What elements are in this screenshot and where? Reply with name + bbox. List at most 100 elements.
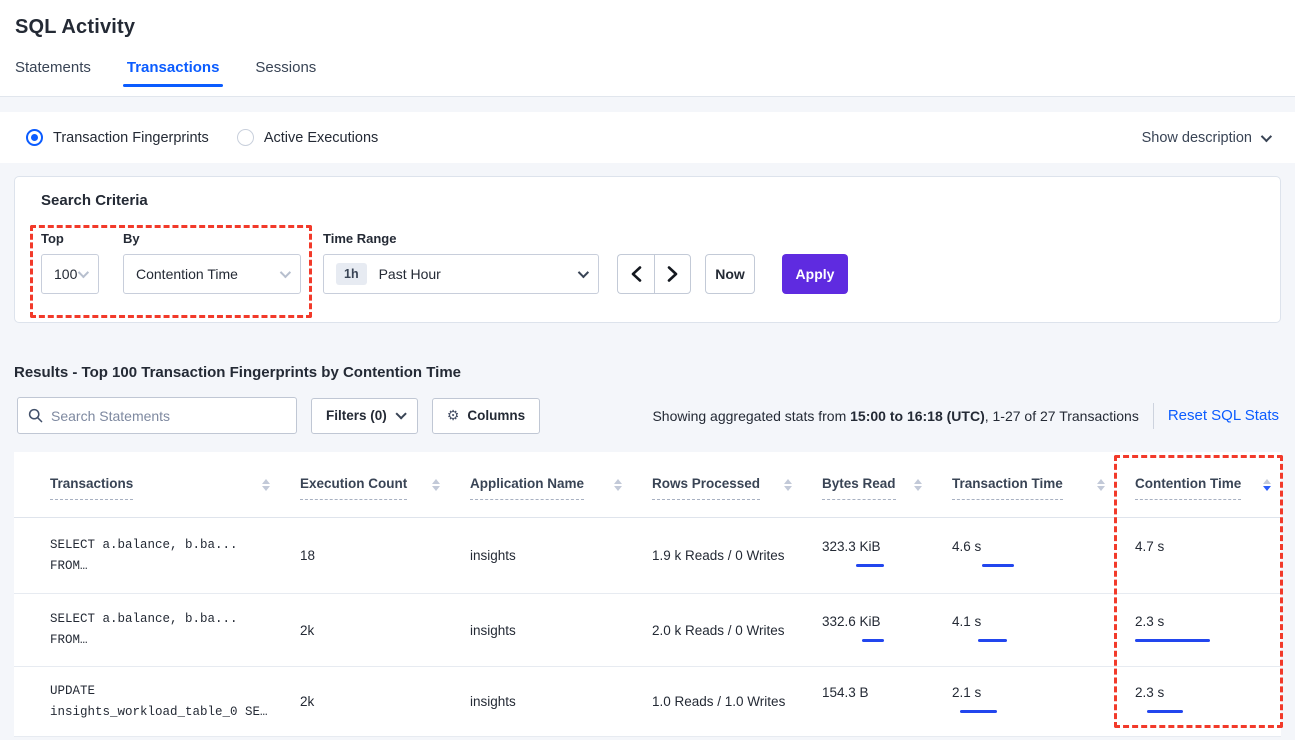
execution-count-cell: 2k <box>300 623 470 638</box>
radio-label: Transaction Fingerprints <box>53 130 209 146</box>
tab-bar: Statements Transactions Sessions <box>0 59 1295 86</box>
column-header-application-name[interactable]: Application Name <box>470 476 652 493</box>
show-description-label: Show description <box>1142 130 1252 146</box>
column-header-contention-time[interactable]: Contention Time <box>1135 476 1281 493</box>
transaction-time-bar <box>952 634 1034 647</box>
table-row: SELECT a.balance, b.ba... FROM… 2k insig… <box>14 594 1281 667</box>
rows-processed-cell: 2.0 k Reads / 0 Writes <box>652 623 822 638</box>
search-icon <box>28 408 43 423</box>
column-header-rows-processed[interactable]: Rows Processed <box>652 476 822 493</box>
transaction-time-cell: 2.1 s <box>952 685 1135 718</box>
time-range-next-button[interactable] <box>654 254 691 294</box>
transactions-table: Transactions Execution Count Application… <box>14 452 1281 737</box>
reset-sql-stats-link[interactable]: Reset SQL Stats <box>1168 407 1279 424</box>
transaction-time-cell: 4.6 s <box>952 539 1135 572</box>
sort-icon <box>614 479 622 491</box>
by-value: Contention Time <box>136 266 238 282</box>
table-row: UPDATE insights_workload_table_0 SE… 2k … <box>14 667 1281 737</box>
bytes-read-bar <box>822 634 904 647</box>
contention-time-bar <box>1135 634 1217 647</box>
column-header-transaction-time[interactable]: Transaction Time <box>952 476 1135 493</box>
radio-unselected-icon <box>237 129 254 146</box>
search-criteria-card: Search Criteria Top 100 By Contention Ti… <box>14 176 1281 323</box>
bytes-read-cell: 323.3 KiB <box>822 539 952 572</box>
column-header-transactions[interactable]: Transactions <box>14 476 300 493</box>
contention-time-cell: 2.3 s <box>1135 614 1281 647</box>
radio-selected-icon <box>26 129 43 146</box>
top-select[interactable]: 100 <box>41 254 99 294</box>
application-name-cell: insights <box>470 623 652 638</box>
chevron-down-icon <box>1261 130 1272 141</box>
application-name-cell: insights <box>470 548 652 563</box>
chevron-down-icon <box>78 267 89 278</box>
tab-transactions[interactable]: Transactions <box>127 59 220 86</box>
sql-activity-page: SQL Activity Statements Transactions Ses… <box>0 0 1295 740</box>
transaction-time-cell: 4.1 s <box>952 614 1135 647</box>
table-row: SELECT a.balance, b.ba... FROM… 18 insig… <box>14 518 1281 594</box>
execution-count-cell: 2k <box>300 694 470 709</box>
chevron-down-icon <box>280 267 291 278</box>
time-range-field-group: Time Range 1h Past Hour <box>323 231 599 294</box>
page-title: SQL Activity <box>0 0 1295 39</box>
columns-button[interactable]: ⚙ Columns <box>432 398 540 434</box>
top-label: Top <box>41 231 99 246</box>
execution-count-bar <box>376 549 454 562</box>
chevron-down-icon <box>578 267 589 278</box>
table-header-row: Transactions Execution Count Application… <box>14 452 1281 518</box>
by-select[interactable]: Contention Time <box>123 254 301 294</box>
column-header-bytes-read[interactable]: Bytes Read <box>822 476 952 493</box>
divider <box>1153 403 1154 429</box>
results-toolbar: Filters (0) ⚙ Columns Showing aggregated… <box>17 397 1279 434</box>
radio-label: Active Executions <box>264 130 378 146</box>
columns-label: Columns <box>467 408 525 423</box>
sort-icon <box>784 479 792 491</box>
chevron-left-icon <box>631 266 642 282</box>
time-range-value: Past Hour <box>379 266 441 282</box>
execution-count-cell: 18 <box>300 548 470 563</box>
time-range-arrows <box>617 254 691 294</box>
transaction-fingerprint-link[interactable]: SELECT a.balance, b.ba... FROM… <box>14 535 300 577</box>
contention-time-cell: 2.3 s <box>1135 685 1281 718</box>
tab-statements[interactable]: Statements <box>15 59 91 86</box>
sort-icon <box>914 479 922 491</box>
transaction-fingerprint-link[interactable]: UPDATE insights_workload_table_0 SE… <box>14 681 300 723</box>
time-range-prev-button[interactable] <box>617 254 654 294</box>
search-criteria-controls: Top 100 By Contention Time Time Range 1h <box>41 231 1254 294</box>
column-header-execution-count[interactable]: Execution Count <box>300 476 470 493</box>
top-value: 100 <box>54 266 77 282</box>
stats-group: Showing aggregated stats from 15:00 to 1… <box>652 403 1279 429</box>
execution-count-bar <box>376 695 454 708</box>
by-field-group: By Contention Time <box>123 231 301 294</box>
transaction-time-bar <box>952 705 1034 718</box>
stats-time-range: 15:00 to 16:18 (UTC) <box>850 408 985 424</box>
radio-transaction-fingerprints[interactable]: Transaction Fingerprints <box>26 129 209 146</box>
search-statements-input[interactable] <box>51 408 286 424</box>
contention-time-bar <box>1135 705 1217 718</box>
bytes-read-cell: 332.6 KiB <box>822 614 952 647</box>
contention-time-bar <box>1135 559 1217 572</box>
apply-button[interactable]: Apply <box>782 254 848 294</box>
tab-sessions[interactable]: Sessions <box>255 59 316 86</box>
page-header: SQL Activity Statements Transactions Ses… <box>0 0 1295 97</box>
sort-icon <box>262 479 270 491</box>
search-statements-box <box>17 397 297 434</box>
time-range-select[interactable]: 1h Past Hour <box>323 254 599 294</box>
filters-label: Filters (0) <box>326 408 387 423</box>
sort-icon <box>1097 479 1105 491</box>
bytes-read-cell: 154.3 B <box>822 685 952 718</box>
rows-processed-cell: 1.0 Reads / 1.0 Writes <box>652 694 822 709</box>
filters-button[interactable]: Filters (0) <box>311 398 418 434</box>
results-heading: Results - Top 100 Transaction Fingerprin… <box>14 364 1281 381</box>
transaction-time-bar <box>952 559 1034 572</box>
now-button[interactable]: Now <box>705 254 755 294</box>
time-range-label: Time Range <box>323 231 599 246</box>
show-description-toggle[interactable]: Show description <box>1142 130 1269 146</box>
aggregated-stats-text: Showing aggregated stats from 15:00 to 1… <box>652 408 1138 424</box>
rows-processed-cell: 1.9 k Reads / 0 Writes <box>652 548 822 563</box>
transaction-fingerprint-link[interactable]: SELECT a.balance, b.ba... FROM… <box>14 609 300 651</box>
view-mode-bar: Transaction Fingerprints Active Executio… <box>0 112 1295 163</box>
top-field-group: Top 100 <box>41 231 99 294</box>
chevron-right-icon <box>667 266 678 282</box>
radio-active-executions[interactable]: Active Executions <box>237 129 378 146</box>
application-name-cell: insights <box>470 694 652 709</box>
